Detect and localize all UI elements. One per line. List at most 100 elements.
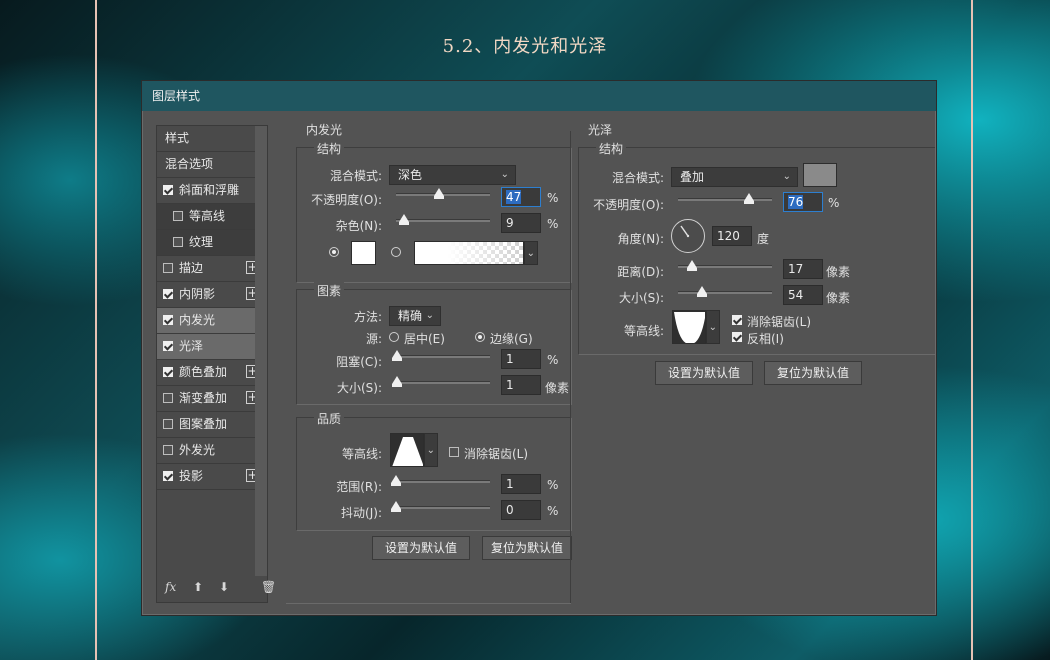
- ig-noise-slider[interactable]: [396, 214, 490, 225]
- ig-range-input[interactable]: 1: [501, 474, 541, 494]
- sidebar-item[interactable]: 投影 +: [157, 464, 265, 490]
- satin-blend-mode-label: 混合模式:: [611, 171, 664, 185]
- sidebar-item[interactable]: 纹理: [157, 230, 265, 256]
- ig-jitter-slider-thumb[interactable]: [391, 501, 401, 512]
- ig-jitter-label: 抖动(J):: [341, 506, 382, 520]
- ig-noise-slider-thumb[interactable]: [399, 214, 409, 225]
- sidebar-item[interactable]: 描边 +: [157, 256, 265, 282]
- sidebar-item-checkbox[interactable]: [163, 367, 173, 377]
- sidebar-item-checkbox[interactable]: [163, 445, 173, 455]
- satin-size-slider[interactable]: [678, 286, 772, 297]
- ig-choke-slider-thumb[interactable]: [392, 350, 402, 361]
- ig-choke-slider[interactable]: [392, 350, 490, 361]
- sidebar-item-checkbox[interactable]: [173, 237, 183, 247]
- satin-size-input[interactable]: 54: [783, 285, 823, 305]
- satin-contour-dropdown[interactable]: ⌄: [706, 310, 720, 344]
- satin-distance-label: 距离(D):: [617, 265, 664, 279]
- ig-source-edge-radio[interactable]: [475, 332, 485, 342]
- ig-gradient-swatch[interactable]: [414, 241, 524, 265]
- ig-color-radio[interactable]: [329, 247, 339, 257]
- ig-choke-input[interactable]: 1: [501, 349, 541, 369]
- sidebar-item[interactable]: 外发光: [157, 438, 265, 464]
- ig-source-label: 源:: [365, 332, 382, 346]
- ig-size-slider[interactable]: [392, 376, 490, 387]
- ig-jitter-input[interactable]: 0: [501, 500, 541, 520]
- sidebar-item[interactable]: 内阴影 +: [157, 282, 265, 308]
- ig-noise-unit: %: [547, 217, 559, 231]
- satin-distance-input[interactable]: 17: [783, 259, 823, 279]
- satin-distance-slider-thumb[interactable]: [687, 260, 697, 271]
- satin-set-default-button[interactable]: 设置为默认值: [655, 361, 753, 385]
- sidebar-item-label: 颜色叠加: [179, 365, 228, 379]
- sidebar-item[interactable]: 图案叠加: [157, 412, 265, 438]
- satin-contour-preview[interactable]: [672, 310, 706, 344]
- ig-noise-input[interactable]: 9: [501, 213, 541, 233]
- ig-gradient-radio[interactable]: [391, 247, 401, 257]
- satin-anti-alias-label[interactable]: 消除锯齿(L): [747, 313, 811, 330]
- ig-color-swatch[interactable]: [351, 241, 376, 265]
- ig-opacity-value: 47: [506, 190, 522, 204]
- ig-anti-alias-checkbox[interactable]: [449, 447, 459, 457]
- ig-anti-alias-label[interactable]: 消除锯齿(L): [464, 445, 528, 462]
- ig-source-center-label[interactable]: 居中(E): [404, 330, 445, 347]
- sidebar-item[interactable]: 光泽: [157, 334, 265, 360]
- arrow-up-icon[interactable]: ⬆: [193, 580, 203, 594]
- ig-blend-mode-select[interactable]: 深色 ⌄: [389, 165, 516, 185]
- ig-opacity-input[interactable]: 47: [501, 187, 541, 207]
- ig-source-center-radio[interactable]: [389, 332, 399, 342]
- satin-blend-mode-select[interactable]: 叠加 ⌄: [671, 167, 798, 187]
- satin-size-slider-thumb[interactable]: [697, 286, 707, 297]
- ig-size-slider-thumb[interactable]: [392, 376, 402, 387]
- satin-color-swatch[interactable]: [803, 163, 837, 187]
- sidebar-item-checkbox[interactable]: [173, 211, 183, 221]
- ig-contour-preview[interactable]: [390, 433, 424, 467]
- arrow-down-icon[interactable]: ⬇: [219, 580, 229, 594]
- satin-opacity-slider[interactable]: [678, 193, 772, 204]
- sidebar-item-checkbox[interactable]: [163, 185, 173, 195]
- sidebar-item-checkbox[interactable]: [163, 393, 173, 403]
- ig-set-default-button[interactable]: 设置为默认值: [372, 536, 470, 560]
- ig-size-input[interactable]: 1: [501, 375, 541, 395]
- satin-invert-checkbox[interactable]: [732, 332, 742, 342]
- satin-angle-input[interactable]: 120: [712, 226, 752, 246]
- inner-glow-structure-title: 结构: [314, 140, 345, 157]
- trash-icon[interactable]: 🗑: [261, 580, 276, 594]
- satin-reset-default-button[interactable]: 复位为默认值: [764, 361, 862, 385]
- satin-opacity-input[interactable]: 76: [783, 192, 823, 212]
- sidebar-item[interactable]: 混合选项: [157, 152, 265, 178]
- ig-source-edge-label[interactable]: 边缘(G): [490, 330, 533, 347]
- sidebar-item-checkbox[interactable]: [163, 471, 173, 481]
- sidebar-item[interactable]: 斜面和浮雕: [157, 178, 265, 204]
- sidebar-scrollbar[interactable]: [255, 126, 267, 576]
- ig-reset-default-button[interactable]: 复位为默认值: [482, 536, 572, 560]
- ig-opacity-slider-thumb[interactable]: [434, 188, 444, 199]
- sidebar-item-checkbox[interactable]: [163, 341, 173, 351]
- satin-opacity-slider-thumb[interactable]: [744, 193, 754, 204]
- sidebar-item[interactable]: 样式: [157, 126, 265, 152]
- sidebar-item-checkbox[interactable]: [163, 263, 173, 273]
- sidebar-item-checkbox[interactable]: [163, 315, 173, 325]
- dialog-titlebar[interactable]: 图层样式: [142, 81, 936, 111]
- fx-icon[interactable]: fx: [165, 580, 176, 594]
- sidebar-item[interactable]: 等高线: [157, 204, 265, 230]
- satin-anti-alias-checkbox[interactable]: [732, 315, 742, 325]
- ig-range-unit: %: [547, 478, 559, 492]
- sidebar-item-checkbox[interactable]: [163, 419, 173, 429]
- satin-invert-label[interactable]: 反相(I): [747, 330, 784, 347]
- ig-contour-dropdown[interactable]: ⌄: [424, 433, 438, 467]
- satin-distance-slider[interactable]: [678, 260, 772, 271]
- ig-range-slider-thumb[interactable]: [391, 475, 401, 486]
- sidebar-item-checkbox[interactable]: [163, 289, 173, 299]
- satin-contour-label: 等高线:: [623, 324, 664, 338]
- sidebar-item-label: 等高线: [189, 209, 226, 223]
- sidebar-item-label: 外发光: [179, 443, 216, 457]
- sidebar-item[interactable]: 颜色叠加 +: [157, 360, 265, 386]
- sidebar-item[interactable]: 内发光: [157, 308, 265, 334]
- ig-range-slider[interactable]: [391, 475, 490, 486]
- ig-jitter-slider[interactable]: [391, 501, 490, 512]
- satin-angle-dial[interactable]: [671, 219, 705, 253]
- sidebar-item[interactable]: 渐变叠加 +: [157, 386, 265, 412]
- ig-method-select[interactable]: 精确 ⌄: [389, 306, 441, 326]
- ig-gradient-dropdown[interactable]: ⌄: [524, 241, 538, 265]
- ig-opacity-slider[interactable]: [396, 188, 490, 199]
